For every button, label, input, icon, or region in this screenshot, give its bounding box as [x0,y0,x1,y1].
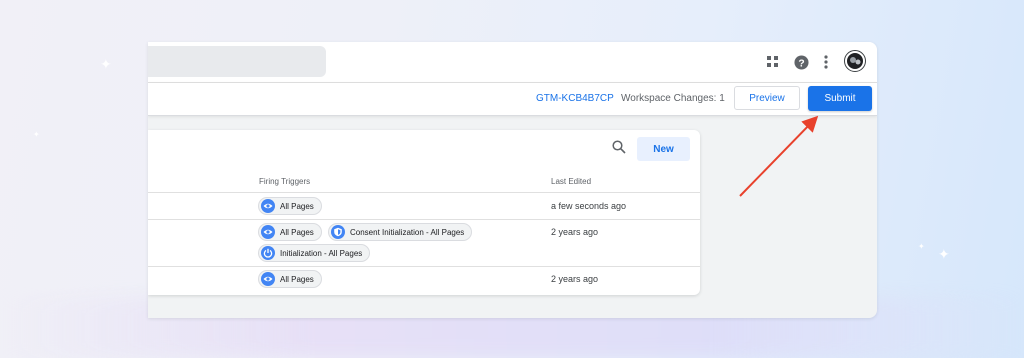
column-header-firing-triggers[interactable]: Firing Triggers [259,177,310,186]
apps-grid-icon[interactable] [763,52,783,72]
trigger-chip[interactable]: Consent Initialization - All Pages [328,223,473,241]
trigger-chip[interactable]: Initialization - All Pages [258,244,371,262]
new-tag-button[interactable]: New [637,137,690,161]
submit-button[interactable]: Submit [808,86,872,111]
power-icon [261,246,275,260]
eye-icon [261,272,275,286]
trigger-chip-label: Consent Initialization - All Pages [350,227,465,237]
svg-text:?: ? [798,58,804,69]
more-vert-icon[interactable] [816,52,836,72]
avatar[interactable] [844,50,866,72]
search-icon[interactable] [612,140,626,154]
tags-table-card: New Firing Triggers Last Edited All Page… [148,130,700,295]
last-edited-value: 2 years ago [551,227,599,237]
search-input[interactable] [148,46,326,77]
container-id-link[interactable]: GTM-KCB4B7CP [536,93,614,104]
sparkle-icon: ✦ [33,130,40,139]
row-divider [148,192,700,193]
eye-icon [261,199,275,213]
last-edited-value: a few seconds ago [551,201,627,211]
sparkle-icon: ✦ [938,246,950,262]
help-icon[interactable]: ? [791,52,811,72]
trigger-chip-label: All Pages [280,227,314,237]
row-divider [148,266,700,267]
trigger-chip[interactable]: All Pages [258,197,322,215]
preview-button[interactable]: Preview [734,86,800,110]
shield-icon [331,225,345,239]
sparkle-icon: ✦ [100,56,112,72]
trigger-chip-label: All Pages [280,201,314,211]
last-edited-value: 2 years ago [551,274,599,284]
sparkle-icon: ✦ [918,242,925,251]
row-divider [148,219,700,220]
workspace-changes-count: Workspace Changes: 1 [621,93,725,104]
trigger-chip[interactable]: All Pages [258,270,322,288]
eye-icon [261,225,275,239]
column-header-last-edited[interactable]: Last Edited [551,177,591,186]
trigger-chip-label: Initialization - All Pages [280,248,363,258]
annotation-arrow-icon [739,115,819,197]
top-bar: ? [148,42,877,83]
trigger-chip[interactable]: All Pages [258,223,322,241]
trigger-chip-label: All Pages [280,274,314,284]
